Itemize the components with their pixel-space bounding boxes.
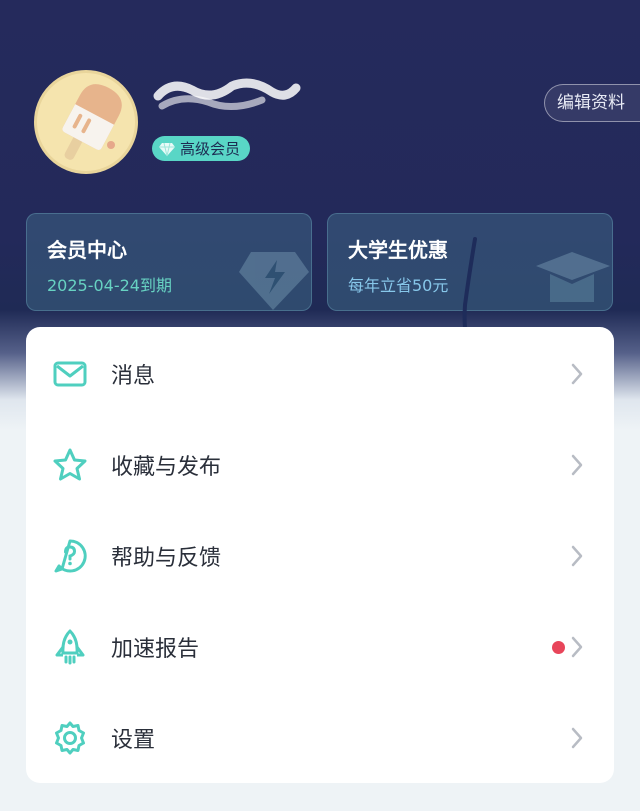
menu-item-messages[interactable]: 消息 — [26, 329, 614, 419]
menu-item-settings[interactable]: 设置 — [26, 693, 614, 783]
menu-item-label: 消息 — [111, 364, 156, 389]
chevron-right-icon — [571, 545, 583, 567]
graduation-cap-icon — [536, 252, 610, 302]
student-discount-text: 每年立省50元 — [348, 276, 449, 295]
vip-label: 高级会员 — [180, 140, 241, 158]
help-icon — [54, 539, 87, 573]
member-center-title: 会员中心 — [47, 238, 127, 262]
mail-icon — [53, 361, 87, 387]
menu-item-speed-report[interactable]: 加速报告 — [26, 602, 614, 692]
rocket-icon — [55, 629, 85, 665]
member-expiry-text: 2025-04-24到期 — [47, 276, 172, 295]
gear-icon — [55, 721, 85, 755]
chevron-right-icon — [571, 636, 583, 658]
username-redaction — [153, 78, 301, 110]
menu-list: 消息 收藏与发布 帮助与反馈 加速报告 设置 — [26, 327, 614, 783]
menu-item-label: 加速报告 — [111, 637, 200, 662]
menu-item-label: 帮助与反馈 — [111, 546, 222, 571]
chevron-right-icon — [571, 363, 583, 385]
avatar[interactable] — [34, 70, 138, 174]
edit-profile-button[interactable]: 编辑资料 — [544, 84, 640, 122]
username — [152, 72, 302, 120]
menu-item-help-feedback[interactable]: 帮助与反馈 — [26, 511, 614, 601]
member-center-card[interactable]: 会员中心 2025-04-24到期 — [26, 213, 312, 311]
menu-item-label: 收藏与发布 — [111, 455, 222, 480]
chevron-right-icon — [571, 727, 583, 749]
diamond-icon — [159, 142, 175, 156]
lightning-diamond-icon — [239, 252, 309, 310]
menu-item-favorites[interactable]: 收藏与发布 — [26, 420, 614, 510]
student-discount-title: 大学生优惠 — [348, 238, 448, 262]
star-icon — [53, 448, 87, 481]
chevron-right-icon — [571, 454, 583, 476]
vip-badge: 高级会员 — [152, 136, 251, 161]
notification-dot — [552, 640, 565, 654]
menu-item-label: 设置 — [111, 728, 156, 753]
